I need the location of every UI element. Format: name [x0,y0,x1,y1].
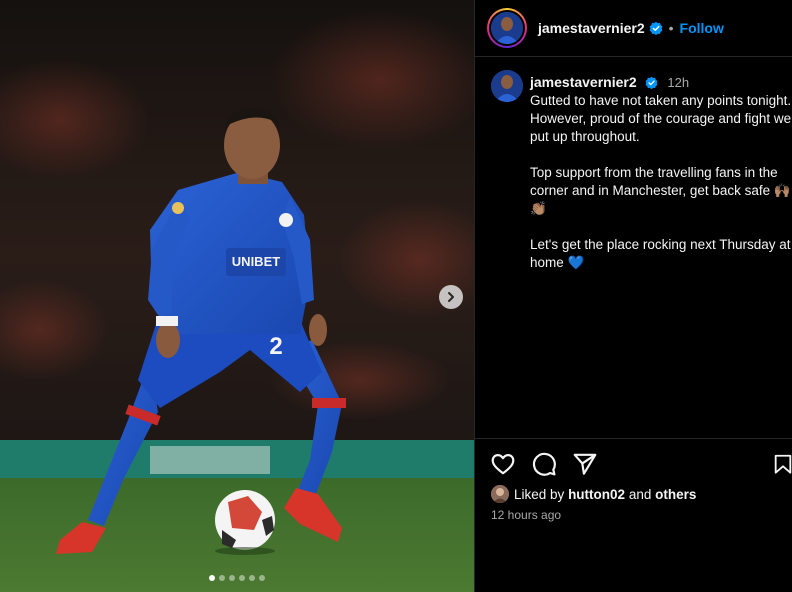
chevron-right-icon [448,292,454,302]
carousel-dot [229,575,235,581]
likes-prefix: Liked by [514,486,565,502]
post-timestamp[interactable]: 12 hours ago [491,508,561,522]
bookmark-icon[interactable] [772,451,792,477]
likes-summary: Liked by hutton02 and others [490,484,696,504]
comment-icon[interactable] [531,451,557,477]
heart-icon[interactable] [490,451,516,477]
caption-username[interactable]: jamestavernier2 [530,74,637,90]
author-avatar[interactable] [487,8,527,48]
liker-avatar[interactable] [490,484,510,504]
post-photo: UNIBET 2 [0,0,474,592]
post-side-panel: jamestavernier2 • Follow jamestavernier2… [475,0,792,592]
carousel-next-button[interactable] [439,285,463,309]
carousel-dot [219,575,225,581]
header-separator: • [668,20,674,36]
post-media[interactable]: UNIBET 2 [0,0,474,592]
carousel-dot [249,575,255,581]
caption-time[interactable]: 12h [667,75,689,90]
verified-badge-icon [645,76,657,89]
action-bar [490,451,792,479]
carousel-indicator [0,575,474,581]
carousel-dot [209,575,215,581]
follow-button[interactable]: Follow [680,20,724,36]
caption-text: Gutted to have not taken any points toni… [530,93,792,270]
caption-author-avatar[interactable] [491,70,523,102]
shirt-number-text: 2 [269,333,282,360]
liker-username[interactable]: hutton02 [568,487,625,502]
author-username[interactable]: jamestavernier2 [538,20,645,36]
carousel-dot [239,575,245,581]
shirt-sponsor-text: UNIBET [232,254,280,269]
paper-plane-icon[interactable] [572,451,598,477]
verified-badge-icon [649,21,663,35]
post-header: jamestavernier2 • Follow [475,0,792,57]
carousel-dot [259,575,265,581]
likes-others-link[interactable]: others [655,487,696,502]
likes-and: and [628,486,652,502]
actions-divider [475,438,792,439]
